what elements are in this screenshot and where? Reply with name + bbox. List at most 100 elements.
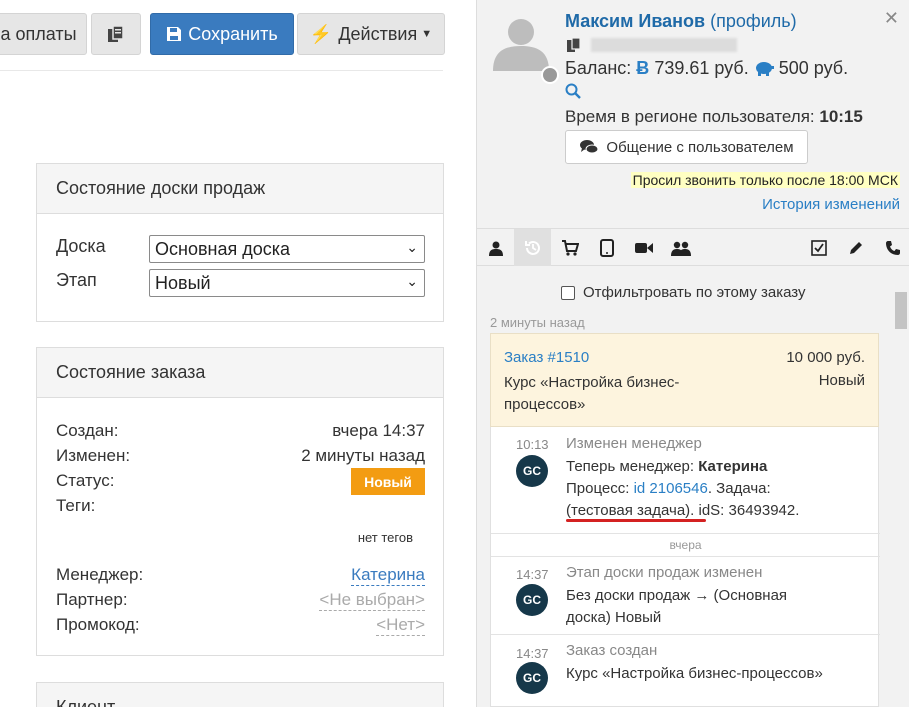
chat-button-label: Общение с пользователем: [606, 138, 794, 156]
order-link[interactable]: Заказ #1510: [504, 349, 589, 366]
avatar: GC: [516, 584, 548, 616]
manager-link[interactable]: Катерина: [351, 565, 425, 586]
created-row: Создан: вчера 14:37: [56, 421, 425, 441]
board-select[interactable]: Основная доска ⌄: [149, 235, 425, 263]
bonus-value: 500 руб.: [778, 58, 849, 78]
history-link[interactable]: История изменений: [762, 196, 900, 213]
tab-call[interactable]: [874, 229, 909, 266]
filter-by-order[interactable]: Отфильтровать по этому заказу: [561, 284, 806, 301]
balance-label: Баланс:: [565, 58, 632, 78]
group-icon: [670, 241, 691, 256]
promo-link[interactable]: <Нет>: [376, 615, 425, 636]
promo-label: Промокод:: [56, 615, 140, 634]
save-button-label: Сохранить: [188, 23, 278, 44]
stage-select-value: Новый: [155, 272, 211, 293]
floppy-icon: [167, 27, 182, 41]
task-link[interactable]: (тестовая задача): [566, 502, 690, 519]
board-select-value: Основная доска: [155, 238, 291, 259]
event-body: Курс «Настройка бизнес-процессов»: [566, 665, 823, 682]
hidden-contact: [591, 38, 737, 52]
event-title: Этап доски продаж изменен: [566, 564, 763, 581]
event-title: Заказ создан: [566, 642, 658, 659]
actions-label: Действия: [338, 23, 418, 44]
copy-button[interactable]: [91, 13, 141, 55]
manager-label: Менеджер:: [56, 565, 144, 584]
manager-row: Менеджер: Катерина: [56, 565, 425, 586]
changed-row: Изменен: 2 минуты назад: [56, 446, 425, 466]
tab-devices[interactable]: [588, 229, 625, 266]
divider: [491, 533, 880, 534]
event-title: Изменен менеджер: [566, 435, 702, 452]
online-status-dot: [541, 66, 559, 84]
profile-link[interactable]: (профиль): [710, 11, 797, 31]
board-state-panel: Состояние доски продаж Доска Основная до…: [36, 163, 444, 322]
divider: [491, 556, 880, 557]
red-underline-annotation: [566, 519, 706, 522]
board-state-title: Состояние доски продаж: [37, 164, 443, 214]
tab-groups[interactable]: [662, 229, 699, 266]
created-label: Создан:: [56, 421, 119, 440]
order-name: Курс «Настройка бизнес-процессов»: [504, 374, 680, 413]
actions-dropdown[interactable]: ⚡ Действия ▼: [297, 13, 445, 55]
tab-tasks[interactable]: [800, 229, 837, 266]
user-name-line: Максим Иванов (профиль): [565, 11, 797, 32]
tab-video[interactable]: [625, 229, 662, 266]
status-badge[interactable]: Новый: [351, 468, 425, 495]
piggy-bank-icon: [755, 62, 774, 76]
process-link[interactable]: id 2106546: [634, 480, 708, 497]
tab-user[interactable]: [477, 229, 514, 266]
order-card: Заказ #1510 10 000 руб. Курс «Настройка …: [490, 333, 879, 427]
avatar: GC: [516, 662, 548, 694]
avatar: [493, 19, 549, 71]
stage-select[interactable]: Новый ⌄: [149, 269, 425, 297]
user-icon: [488, 241, 503, 256]
caret-down-icon: ▼: [421, 28, 433, 40]
chevron-down-icon: ⌄: [406, 273, 418, 289]
currency-icon: Ƀ: [636, 58, 650, 78]
close-icon[interactable]: ✕: [884, 8, 899, 29]
tab-orders[interactable]: [551, 229, 588, 266]
tags-row: Теги:: [56, 496, 425, 516]
tab-history[interactable]: [514, 229, 551, 266]
scrollbar-thumb[interactable]: [895, 292, 907, 329]
event-body: Без доски продаж → (Основная доска) Новы…: [566, 587, 788, 626]
user-name[interactable]: Максим Иванов: [565, 11, 705, 31]
client-title: Клиент: [37, 683, 443, 707]
order-state-panel: Состояние заказа Создан: вчера 14:37 Изм…: [36, 347, 444, 656]
promo-row: Промокод: <Нет>: [56, 615, 425, 636]
sidebar-tabs: [477, 228, 909, 266]
partner-label: Партнер:: [56, 590, 128, 609]
toolbar: а оплаты Сохранить ⚡ Действия ▼: [0, 13, 476, 55]
event-time: 14:37: [516, 567, 549, 582]
chat-with-user-button[interactable]: Общение с пользователем: [565, 130, 808, 164]
tab-edit[interactable]: [837, 229, 874, 266]
copy-icon[interactable]: [565, 37, 585, 53]
history-icon: [524, 240, 540, 255]
tags-value: нет тегов: [357, 530, 413, 545]
changed-label: Изменен:: [56, 446, 131, 465]
divider: [491, 634, 880, 635]
order-state-title: Состояние заказа: [37, 348, 443, 398]
event-feed: 10:13 GC Изменен менеджер Теперь менедже…: [490, 427, 880, 707]
board-label: Доска: [56, 236, 106, 256]
feed-timestamp: 2 минуты назад: [490, 315, 585, 330]
tablet-icon: [599, 238, 614, 257]
cart-icon: [561, 239, 579, 256]
partner-link[interactable]: <Не выбран>: [319, 590, 425, 611]
order-status: Новый: [818, 372, 865, 389]
order-sum: 10 000 руб.: [786, 349, 865, 366]
search-icon[interactable]: [565, 83, 581, 99]
scrollbar-track[interactable]: [893, 288, 909, 707]
balance-value: 739.61 руб.: [654, 58, 749, 78]
day-separator: вчера: [669, 538, 702, 552]
order-editor: а оплаты Сохранить ⚡ Действия ▼ Состояни…: [0, 0, 476, 707]
avatar: GC: [516, 455, 548, 487]
payment-button[interactable]: а оплаты: [0, 13, 87, 55]
balance-line: Баланс: Ƀ 739.61 руб. 500 руб.: [565, 58, 848, 79]
video-icon: [634, 242, 653, 253]
stage-label: Этап: [56, 270, 97, 290]
user-sidebar: ✕ Максим Иванов (профиль) Баланс: Ƀ 739.…: [476, 0, 909, 707]
save-button[interactable]: Сохранить: [150, 13, 294, 55]
filter-checkbox[interactable]: [561, 285, 575, 300]
event-time: 14:37: [516, 646, 549, 661]
